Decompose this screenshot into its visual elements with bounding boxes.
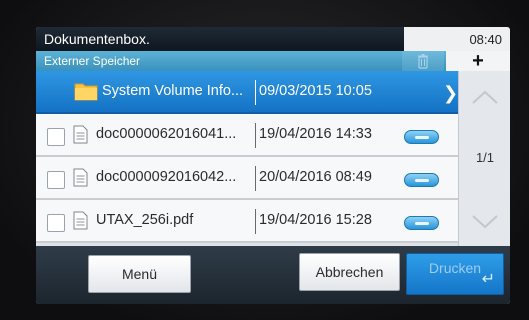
list-item[interactable]: doc0000092016042... 20/04/2016 08:49: [36, 157, 458, 200]
details-button[interactable]: [404, 130, 439, 144]
menu-button[interactable]: Menü: [88, 255, 191, 293]
select-checkbox[interactable]: [47, 128, 65, 146]
cancel-button[interactable]: Abbrechen: [299, 253, 400, 291]
column-divider: [255, 80, 256, 105]
location-title: Externer Speicher: [44, 54, 141, 68]
file-name: doc0000092016042...: [96, 169, 237, 185]
list-item[interactable]: doc0000062016041... 19/04/2016 14:33: [36, 114, 458, 157]
add-button[interactable]: +: [446, 50, 510, 72]
document-icon: [73, 168, 88, 187]
chevron-down-icon: [472, 215, 498, 229]
title-bar: Dokumentenbox. 08:40: [36, 27, 510, 51]
column-divider: [255, 166, 256, 191]
file-date: 09/03/2015 10:05: [259, 83, 372, 99]
select-checkbox[interactable]: [47, 214, 65, 232]
file-name: UTAX_256i.pdf: [96, 212, 194, 228]
chevron-up-icon: [472, 90, 498, 104]
details-button[interactable]: [404, 216, 439, 230]
document-icon: [73, 211, 88, 230]
list-item[interactable]: System Volume Info... 09/03/2015 10:05 ❯: [36, 71, 458, 114]
file-date: 19/04/2016 14:33: [259, 126, 372, 142]
chevron-right-icon[interactable]: ❯: [443, 83, 458, 104]
delete-button[interactable]: [402, 51, 444, 71]
file-date: 20/04/2016 08:49: [259, 169, 372, 185]
enter-icon: ↵: [481, 271, 495, 288]
scroll-up-button[interactable]: [465, 81, 505, 113]
scroll-down-button[interactable]: [465, 206, 505, 238]
clock: 08:40: [404, 27, 510, 51]
file-date: 19/04/2016 15:28: [259, 212, 372, 228]
scroll-column: 1/1: [458, 71, 510, 246]
touch-screen: Dokumentenbox. 08:40 Externer Speicher +…: [36, 27, 510, 304]
action-bar: Menü Abbrechen Drucken ↵: [36, 246, 510, 304]
file-name: System Volume Info...: [102, 83, 244, 99]
trash-icon: [418, 53, 428, 69]
select-checkbox[interactable]: [47, 171, 65, 189]
column-divider: [255, 209, 256, 234]
subtitle-bar: Externer Speicher +: [36, 50, 510, 72]
print-button[interactable]: Drucken ↵: [406, 253, 504, 295]
print-button-label: Drucken: [428, 260, 482, 276]
page-title: Dokumentenbox.: [44, 31, 150, 47]
document-icon: [73, 125, 88, 144]
column-divider: [255, 123, 256, 148]
folder-icon: [74, 83, 98, 101]
details-button[interactable]: [404, 173, 439, 187]
list-item[interactable]: UTAX_256i.pdf 19/04/2016 15:28: [36, 200, 458, 243]
file-name: doc0000062016041...: [96, 126, 237, 142]
page-indicator: 1/1: [475, 150, 495, 165]
